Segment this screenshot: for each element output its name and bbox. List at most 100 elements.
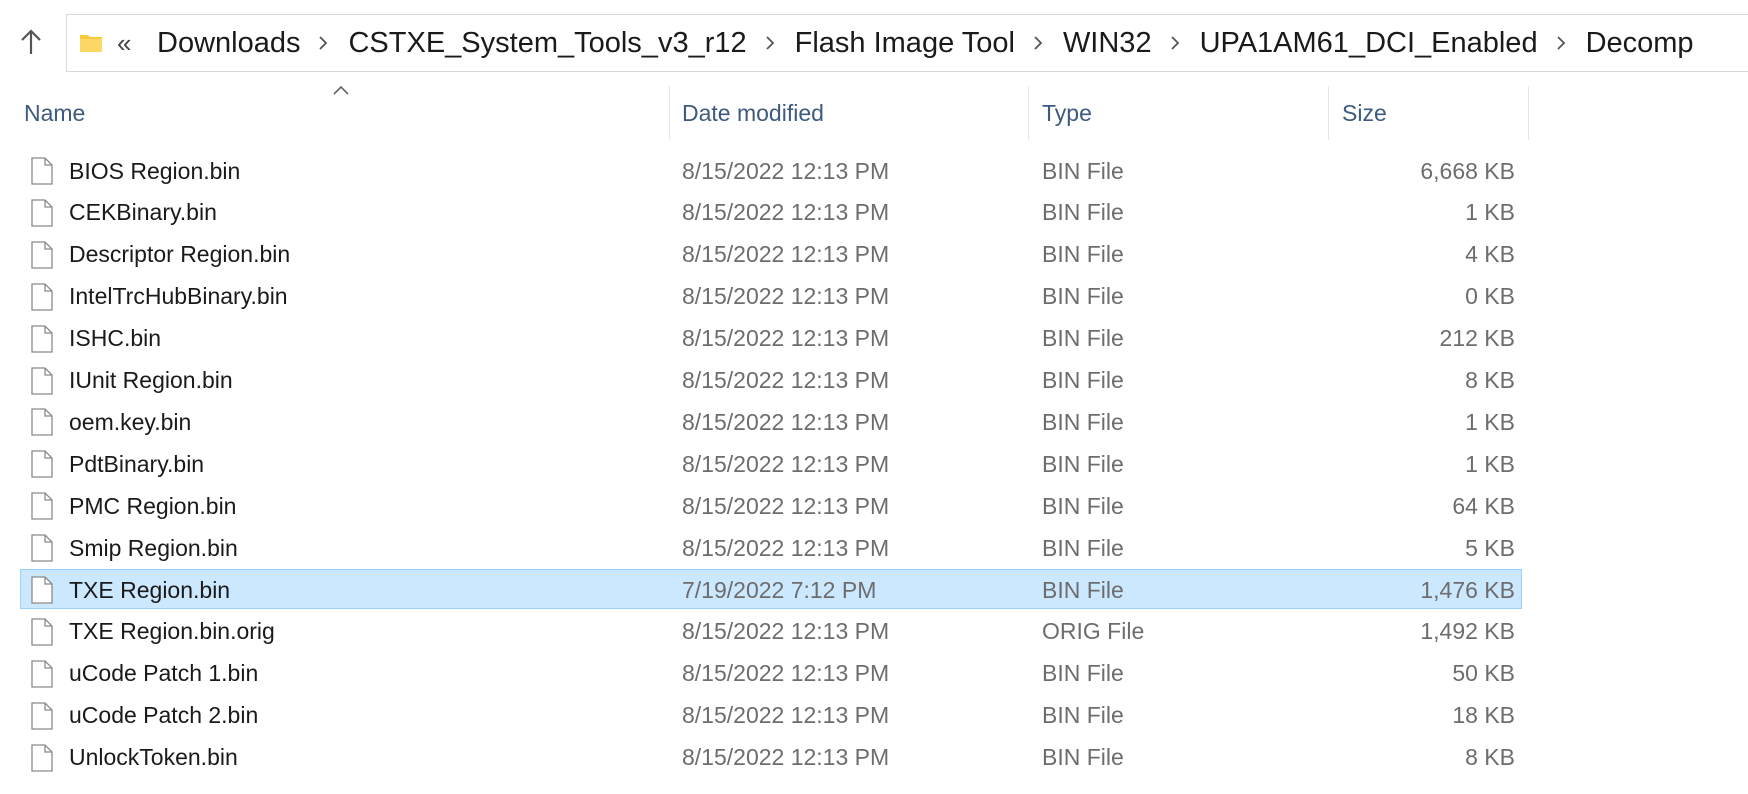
chevron-right-icon[interactable]: [1021, 35, 1057, 51]
file-name: UnlockToken.bin: [69, 744, 238, 771]
file-date-modified: 8/15/2022 12:13 PM: [682, 618, 890, 645]
file-type: BIN File: [1042, 367, 1124, 393]
file-date-modified: 8/15/2022 12:13 PM: [682, 534, 890, 561]
file-icon: [31, 534, 55, 562]
file-row[interactable]: PdtBinary.bin 8/15/2022 12:13 PM BIN File 1…: [20, 443, 1522, 483]
chevron-right-icon[interactable]: [306, 35, 342, 51]
file-size: 1,492 KB: [1420, 618, 1515, 645]
file-icon: [31, 366, 55, 395]
file-date-modified: 7/19/2022 7:12 PM: [682, 576, 877, 603]
file-row[interactable]: IntelTrcHubBinary.bin 8/15/2022 12:13 PM B…: [20, 276, 1522, 316]
file-row[interactable]: Smip Region.bin 8/15/2022 12:13 PM BIN Fil…: [20, 527, 1522, 567]
file-name-cell: uCode Patch 2.bin: [31, 696, 258, 736]
file-icon: [31, 743, 55, 772]
file-name-cell: TXE Region.bin.orig: [31, 612, 275, 652]
file-size: 50 KB: [1452, 660, 1515, 687]
file-row[interactable]: TXE Region.bin 7/19/2022 7:12 PM BIN File 1…: [20, 569, 1522, 609]
file-date-modified: 8/15/2022 12:13 PM: [682, 325, 890, 352]
file-icon: [31, 241, 55, 269]
file-size: 8 KB: [1465, 367, 1515, 393]
file-type: ORIG File: [1042, 618, 1145, 645]
file-type: BIN File: [1042, 408, 1124, 435]
breadcrumb-item[interactable]: Downloads: [151, 27, 306, 60]
column-header-date-label: Date modified: [682, 99, 824, 126]
file-size: 64 KB: [1452, 492, 1515, 519]
file-name-cell: IUnit Region.bin: [31, 361, 233, 401]
file-row[interactable]: uCode Patch 2.bin 8/15/2022 12:13 PM BIN F…: [20, 695, 1522, 735]
breadcrumb-item[interactable]: UPA1AM61_DCI_Enabled: [1194, 27, 1544, 60]
file-row[interactable]: oem.key.bin 8/15/2022 12:13 PM BIN File 1 K…: [20, 401, 1522, 441]
file-row[interactable]: Descriptor Region.bin 8/15/2022 12:13 PM B…: [20, 234, 1522, 274]
breadcrumb: Downloads CSTXE_System_Tools_v3_r12 Flash …: [151, 27, 1700, 60]
column-divider[interactable]: [1028, 86, 1029, 140]
breadcrumb-item[interactable]: CSTXE_System_Tools_v3_r12: [342, 27, 752, 60]
file-type: BIN File: [1042, 660, 1124, 687]
file-row[interactable]: CEKBinary.bin 8/15/2022 12:13 PM BIN File 1…: [20, 192, 1522, 232]
file-name-cell: TXE Region.bin: [31, 570, 230, 610]
file-row[interactable]: UnlockToken.bin 8/15/2022 12:13 PM BIN Fil…: [20, 737, 1522, 777]
breadcrumb-item[interactable]: Flash Image Tool: [789, 27, 1021, 60]
folder-icon: [79, 30, 105, 56]
chevron-right-icon[interactable]: [1544, 35, 1580, 51]
column-divider[interactable]: [669, 86, 670, 140]
file-size: 1 KB: [1465, 408, 1515, 435]
file-type: BIN File: [1042, 199, 1124, 226]
file-name: TXE Region.bin: [69, 576, 231, 603]
file-type: BIN File: [1042, 241, 1124, 268]
address-row: « Downloads CSTXE_System_Tools_v3_r12 Flas…: [0, 0, 1748, 86]
file-date-modified: 8/15/2022 12:13 PM: [682, 283, 890, 310]
file-date-modified: 8/15/2022 12:13 PM: [682, 199, 890, 226]
file-row[interactable]: uCode Patch 1.bin 8/15/2022 12:13 PM BIN F…: [20, 653, 1522, 693]
column-header-row: Name Date modified Type Size: [0, 86, 1748, 140]
file-size: 6,668 KB: [1420, 157, 1515, 184]
column-header-date[interactable]: Date modified: [672, 86, 1027, 140]
file-size: 1,476 KB: [1420, 576, 1515, 603]
chevron-right-icon[interactable]: [1158, 35, 1194, 51]
sort-ascending-icon: [333, 85, 349, 95]
column-header-size[interactable]: Size: [1332, 86, 1527, 140]
file-type: BIN File: [1042, 492, 1124, 519]
breadcrumb-overflow-button[interactable]: «: [117, 30, 137, 56]
file-name: oem.key.bin: [69, 408, 192, 435]
file-icon: [31, 492, 55, 520]
file-name: IntelTrcHubBinary.bin: [69, 283, 288, 310]
file-date-modified: 8/15/2022 12:13 PM: [682, 744, 890, 771]
file-name: PdtBinary.bin: [69, 450, 205, 477]
file-name-cell: Smip Region.bin: [31, 528, 238, 568]
file-name: IUnit Region.bin: [69, 367, 233, 393]
file-date-modified: 8/15/2022 12:13 PM: [682, 492, 890, 519]
file-icon: [31, 618, 55, 646]
file-type: BIN File: [1042, 325, 1124, 352]
file-row[interactable]: BIOS Region.bin 8/15/2022 12:13 PM BIN Fil…: [20, 150, 1522, 190]
file-icon: [31, 576, 55, 604]
file-icon: [31, 702, 55, 730]
file-row[interactable]: PMC Region.bin 8/15/2022 12:13 PM BIN File…: [20, 485, 1522, 525]
column-divider[interactable]: [1528, 86, 1529, 140]
file-size: 18 KB: [1452, 702, 1515, 729]
up-button[interactable]: [12, 20, 50, 64]
breadcrumb-item[interactable]: Decomp: [1580, 27, 1700, 60]
file-date-modified: 8/15/2022 12:13 PM: [682, 157, 890, 184]
up-arrow-icon: [21, 29, 41, 54]
chevron-right-icon[interactable]: [753, 35, 789, 51]
column-divider[interactable]: [1328, 86, 1329, 140]
column-header-type[interactable]: Type: [1032, 86, 1327, 140]
column-header-size-label: Size: [1342, 99, 1387, 126]
address-bar[interactable]: « Downloads CSTXE_System_Tools_v3_r12 Flas…: [66, 14, 1748, 72]
file-name-cell: uCode Patch 1.bin: [31, 654, 258, 694]
file-row[interactable]: ISHC.bin 8/15/2022 12:13 PM BIN File 212 KB: [20, 318, 1522, 358]
file-date-modified: 8/15/2022 12:13 PM: [682, 408, 890, 435]
file-name-cell: UnlockToken.bin: [31, 738, 238, 778]
file-name: uCode Patch 1.bin: [69, 660, 259, 687]
file-name-cell: PdtBinary.bin: [31, 444, 204, 484]
file-row[interactable]: IUnit Region.bin 8/15/2022 12:13 PM BIN Fi…: [20, 360, 1522, 400]
file-icon: [31, 283, 55, 311]
file-name: CEKBinary.bin: [69, 199, 217, 226]
file-icon: [31, 157, 55, 185]
file-type: BIN File: [1042, 534, 1124, 561]
file-size: 0 KB: [1465, 283, 1515, 310]
file-date-modified: 8/15/2022 12:13 PM: [682, 367, 890, 393]
file-row[interactable]: TXE Region.bin.orig 8/15/2022 12:13 PM ORI…: [20, 611, 1522, 651]
file-name: Descriptor Region.bin: [69, 241, 291, 268]
breadcrumb-item[interactable]: WIN32: [1057, 27, 1158, 60]
